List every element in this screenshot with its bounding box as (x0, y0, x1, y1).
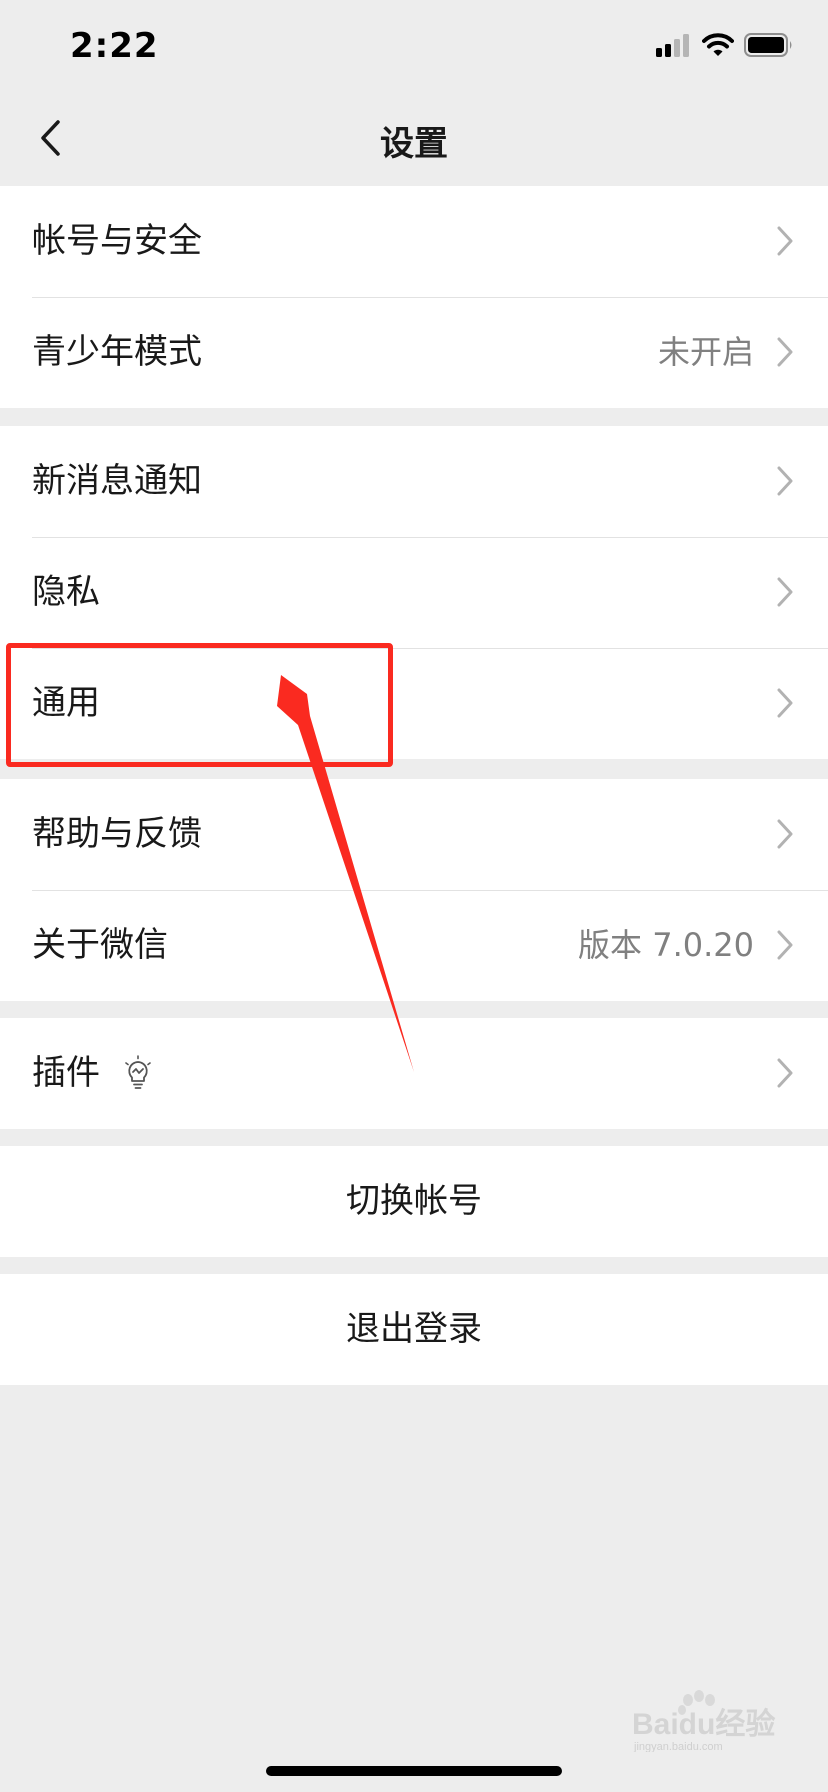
watermark-text: Baidu经验 (632, 1707, 775, 1741)
baidu-paw-icon: Baidu经验 jingyan.baidu.com (632, 1690, 775, 1753)
baidu-watermark: Baidu经验 jingyan.baidu.com (632, 1690, 782, 1756)
watermark-url: jingyan.baidu.com (633, 1741, 723, 1752)
home-indicator (266, 1766, 562, 1776)
annotation-arrow (277, 675, 414, 1072)
